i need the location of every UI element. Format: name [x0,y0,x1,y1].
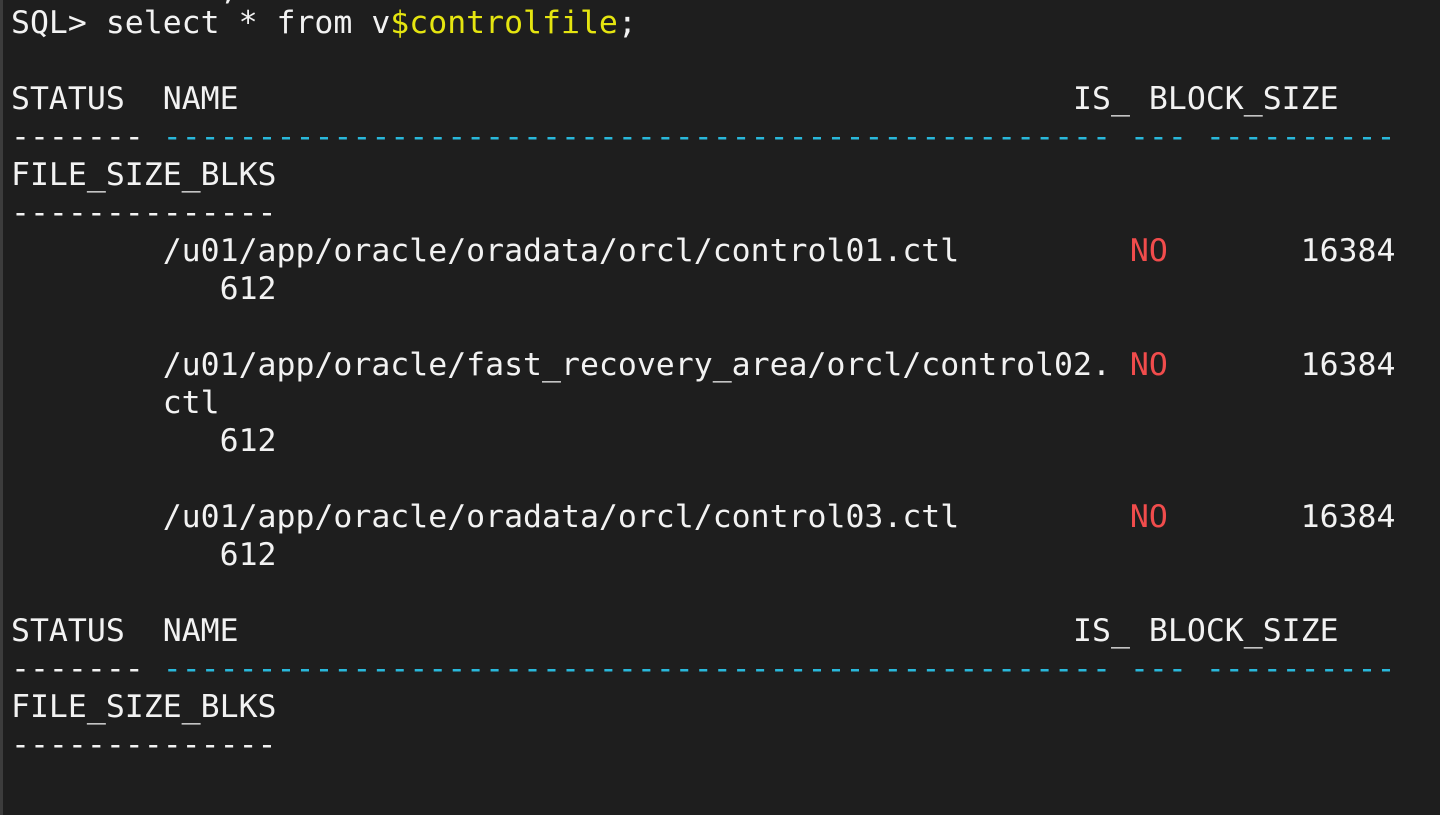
separator-status: ------- [11,119,144,155]
terminal-window[interactable]: S . , SQL> select * from v$controlfile; … [0,0,1440,815]
sql-command-text: SQL> select * from v [11,5,391,41]
separator-name: ----------------------------------------… [162,651,1111,687]
separator-file-size: -------------- [11,726,277,764]
column-header-name: NAME [162,81,239,117]
separator-status: ------- [11,651,144,687]
row-is-recovery-dest: NO [1129,233,1168,269]
row-is-recovery-dest: NO [1129,347,1168,383]
sql-command-terminator: ; [617,5,637,41]
column-separator-row: ------- --------------------------------… [11,650,1395,688]
row-block-size: 16384 [1300,233,1396,269]
row-file-size-blks: 612 [219,537,277,573]
column-header-block-size: BLOCK_SIZE [1148,81,1339,117]
sql-command-line: SQL> select * from v$controlfile; [11,4,637,42]
separator-file-size-text: -------------- [11,195,277,231]
table-row: /u01/app/oracle/oradata/orcl/control01.c… [11,232,1396,270]
separator-name: ----------------------------------------… [162,119,1111,155]
table-row: /u01/app/oracle/fast_recovery_area/orcl/… [11,346,1396,384]
column-header-is: IS_ [1073,613,1130,649]
row-file-size-blks: 612 [219,271,277,307]
column-header-name: NAME [162,613,239,649]
separator-block-size: ---------- [1205,119,1396,155]
column-header-status: STATUS [11,81,125,117]
row-name-continuation: ctl [162,385,220,421]
column-header-block-size: BLOCK_SIZE [1148,613,1339,649]
row-is-recovery-dest: NO [1129,499,1168,535]
separator-is: --- [1129,651,1187,687]
separator-file-size-text: -------------- [11,727,277,763]
separator-block-size: ---------- [1205,651,1396,687]
column-header-file-size: FILE_SIZE_BLKS [11,688,277,726]
column-header-file-size-text: FILE_SIZE_BLKS [11,689,277,725]
column-header-row: STATUS NAME IS_ BLOCK_SIZE [11,612,1339,650]
row-block-size: 16384 [1300,499,1396,535]
row-name: /u01/app/oracle/fast_recovery_area/orcl/… [162,347,1111,383]
table-row-file-size: 612 [11,536,277,574]
column-separator-row: ------- --------------------------------… [11,118,1395,156]
row-file-size-blks: 612 [219,423,277,459]
table-row-file-size: 612 [11,422,277,460]
column-header-file-size-text: FILE_SIZE_BLKS [11,157,277,193]
row-name: /u01/app/oracle/oradata/orcl/control01.c… [162,233,960,269]
table-row-name-continued: ctl [11,384,220,422]
table-row: /u01/app/oracle/oradata/orcl/control03.c… [11,498,1396,536]
separator-is: --- [1129,119,1187,155]
column-header-file-size: FILE_SIZE_BLKS [11,156,277,194]
column-header-row: STATUS NAME IS_ BLOCK_SIZE [11,80,1339,118]
column-header-is: IS_ [1073,81,1130,117]
row-name: /u01/app/oracle/oradata/orcl/control03.c… [162,499,960,535]
table-row-file-size: 612 [11,270,277,308]
separator-file-size: -------------- [11,194,277,232]
row-block-size: 16384 [1300,347,1396,383]
column-header-status: STATUS [11,613,125,649]
sql-command-view-name: $controlfile [390,5,618,41]
